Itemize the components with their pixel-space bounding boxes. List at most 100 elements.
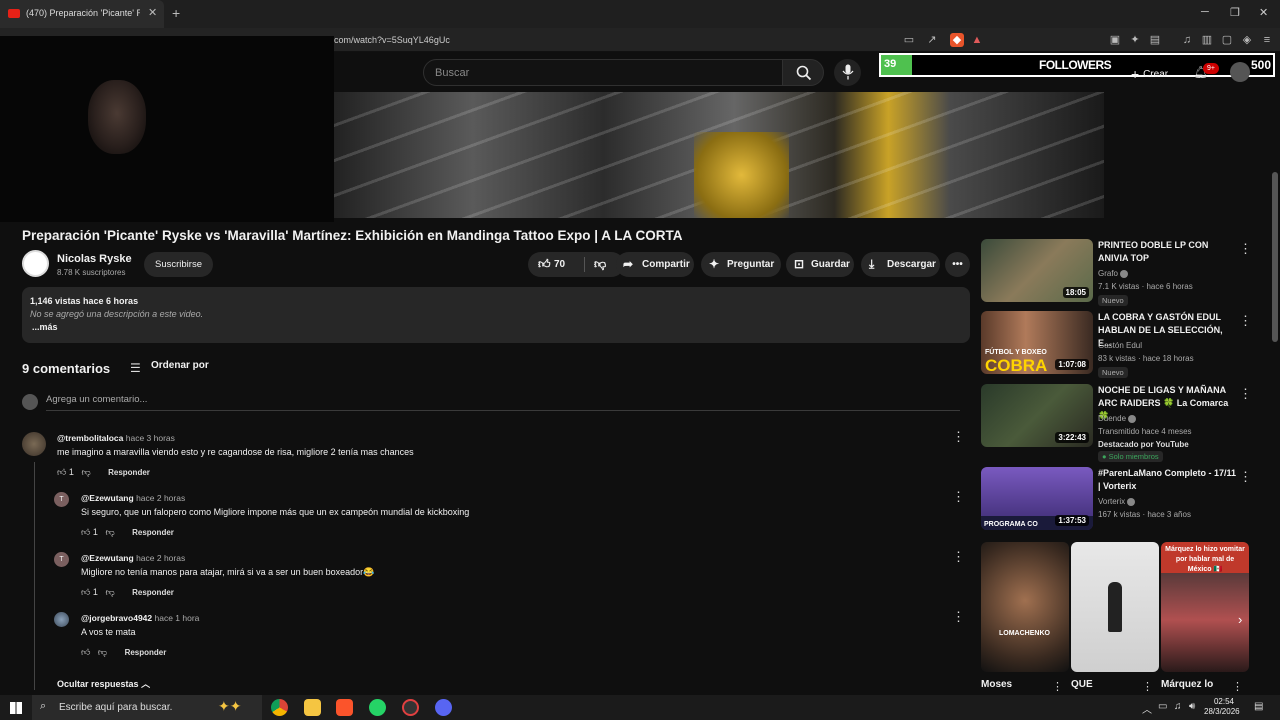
ask-button[interactable]: ✦ Preguntar — [701, 252, 781, 277]
reply-button[interactable]: Responder — [132, 528, 174, 537]
video-thumbnail[interactable]: 18:05 — [981, 239, 1093, 302]
comment-avatar[interactable] — [22, 432, 46, 456]
rec-menu-icon[interactable]: ⋮ — [1239, 241, 1252, 257]
sort-button[interactable]: Ordenar por — [151, 360, 209, 371]
rec-menu-icon[interactable]: ⋮ — [1239, 313, 1252, 329]
like-icon[interactable]: 👍︎ — [57, 467, 66, 477]
comment-menu-icon[interactable]: ⋮ — [952, 429, 965, 445]
window-close-button[interactable]: ✕ — [1259, 6, 1268, 19]
channel-avatar[interactable] — [22, 250, 49, 277]
rec-channel[interactable]: Grafo — [1098, 269, 1129, 278]
recommended-video[interactable]: 3:22:43 NOCHE DE LIGAS Y MAÑANA ARC RAID… — [981, 384, 1261, 464]
whatsapp-icon[interactable] — [369, 699, 386, 716]
brave-shield-icon[interactable]: ◆ — [950, 33, 964, 47]
taskbar-search[interactable]: ⌕ Escribe aquí para buscar. ✦✦ — [32, 695, 262, 720]
like-icon[interactable]: 👍︎ — [538, 252, 551, 277]
add-comment-input[interactable]: Agrega un comentario... — [46, 394, 147, 405]
like-icon[interactable]: 👍︎ — [81, 527, 90, 537]
comment-author[interactable]: @Ezewutang hace 2 horas — [81, 493, 185, 503]
tray-chevron-icon[interactable]: ︿ — [1142, 701, 1152, 716]
comment-author[interactable]: @trembolitaloca hace 3 horas — [57, 433, 175, 443]
create-button[interactable]: + Crear — [1131, 66, 1168, 82]
more-actions-button[interactable]: ••• — [945, 252, 970, 277]
show-more-link[interactable]: ...más — [32, 322, 58, 332]
short-title[interactable]: Moses — [981, 679, 1012, 690]
video-thumbnail[interactable]: 3:22:43 — [981, 384, 1093, 447]
share-button[interactable]: ➦ Compartir — [616, 252, 694, 277]
short-menu-icon[interactable]: ⋮ — [1232, 680, 1243, 693]
wallet-icon[interactable]: ▢ — [1220, 33, 1234, 47]
vpn-icon[interactable]: ◈ — [1240, 33, 1254, 47]
minimize-button[interactable]: ─ — [1201, 6, 1209, 18]
dislike-icon[interactable]: 👎︎ — [594, 252, 606, 277]
extension-icon[interactable]: ▣ — [1108, 33, 1122, 47]
page-scrollbar[interactable] — [1272, 172, 1278, 342]
hide-replies-button[interactable]: Ocultar respuestas ︿ — [57, 677, 150, 690]
recommended-video[interactable]: PROGRAMA CO 1:37:53 #ParenLaMano Complet… — [981, 467, 1261, 537]
video-player[interactable] — [334, 92, 1104, 218]
like-count[interactable]: 70 — [554, 252, 565, 277]
channel-name[interactable]: Nicolas Ryske — [57, 253, 132, 265]
rec-menu-icon[interactable]: ⋮ — [1239, 469, 1252, 485]
description-box[interactable]: 1,146 vistas hace 6 horas No se agregó u… — [22, 287, 970, 343]
reply-button[interactable]: Responder — [125, 648, 167, 657]
discord-icon[interactable] — [435, 699, 452, 716]
download-button[interactable]: ⤓ Descargar — [861, 252, 940, 277]
rec-channel[interactable]: Gastón Edul — [1098, 341, 1142, 350]
like-icon[interactable]: 👍︎ — [81, 647, 90, 657]
tab-close-icon[interactable]: ✕ — [148, 6, 157, 19]
short-thumbnail[interactable]: Márquez lo hizo vomitar por hablar mal d… — [1161, 542, 1249, 672]
search-input[interactable]: Buscar — [423, 59, 783, 86]
rec-channel[interactable]: Vorterix — [1098, 497, 1136, 506]
short-menu-icon[interactable]: ⋮ — [1052, 680, 1063, 693]
puzzle-icon[interactable]: ✦ — [1128, 33, 1142, 47]
short-title[interactable]: QUE — [1071, 679, 1093, 690]
dislike-icon[interactable]: 👎︎ — [105, 527, 114, 537]
browser-tab[interactable]: (470) Preparación 'Picante' Ryske ✕ — [0, 0, 164, 28]
maximize-button[interactable]: ❐ — [1230, 6, 1240, 19]
save-button[interactable]: ⊡ Guardar — [786, 252, 854, 277]
recommended-video[interactable]: FÚTBOL Y BOXEO COBRA 1:07:08 LA COBRA Y … — [981, 311, 1261, 381]
comment-menu-icon[interactable]: ⋮ — [952, 489, 965, 505]
short-thumbnail[interactable]: LOMACHENKO — [981, 542, 1069, 672]
file-explorer-icon[interactable] — [304, 699, 321, 716]
windows-start-icon[interactable] — [10, 702, 22, 714]
network-icon[interactable]: ▭ — [1158, 701, 1167, 712]
volume-icon[interactable]: 🔊︎ — [1189, 701, 1195, 712]
video-thumbnail[interactable]: FÚTBOL Y BOXEO COBRA 1:07:08 — [981, 311, 1093, 374]
headset-icon[interactable]: ♫ — [1174, 701, 1182, 712]
rec-title[interactable]: PRINTEO DOBLE LP CON ANIVIA TOP — [1098, 239, 1238, 265]
recommended-video[interactable]: 18:05 PRINTEO DOBLE LP CON ANIVIA TOP Gr… — [981, 239, 1261, 309]
subscribe-button[interactable]: Suscribirse — [144, 252, 213, 277]
sort-icon[interactable]: ☰ — [130, 361, 141, 375]
system-clock[interactable]: 02:54 28/3/2026 — [1204, 697, 1240, 717]
chrome-icon[interactable] — [271, 699, 288, 716]
like-icon[interactable]: 👍︎ — [81, 587, 90, 597]
chevron-right-icon[interactable]: › — [1238, 612, 1242, 627]
reply-button[interactable]: Responder — [132, 588, 174, 597]
brave-icon[interactable] — [336, 699, 353, 716]
share-page-icon[interactable]: ↗ — [925, 33, 939, 47]
short-title[interactable]: Márquez lo — [1161, 679, 1213, 690]
reply-avatar[interactable]: T — [54, 552, 69, 567]
reply-button[interactable]: Responder — [108, 468, 150, 477]
dislike-icon[interactable]: 👎︎ — [105, 587, 114, 597]
search-button[interactable] — [782, 59, 824, 86]
rec-channel[interactable]: Duende — [1098, 414, 1137, 423]
comment-menu-icon[interactable]: ⋮ — [952, 609, 965, 625]
account-avatar[interactable] — [1230, 62, 1250, 82]
short-menu-icon[interactable]: ⋮ — [1142, 680, 1153, 693]
comment-author[interactable]: @Ezewutang hace 2 horas — [81, 553, 185, 563]
notification-center-icon[interactable]: ▤ — [1254, 701, 1263, 712]
obs-icon[interactable] — [402, 699, 419, 716]
sidebar-icon[interactable]: ▥ — [1200, 33, 1214, 47]
brave-rewards-icon[interactable]: ▲ — [970, 33, 984, 47]
reply-avatar[interactable] — [54, 612, 69, 627]
menu-icon[interactable]: ≡ — [1260, 33, 1274, 47]
rec-title[interactable]: #ParenLaMano Completo - 17/11 | Vorterix — [1098, 467, 1238, 493]
new-tab-button[interactable]: + — [172, 5, 180, 21]
music-icon[interactable]: ♫ — [1180, 33, 1194, 47]
reader-icon[interactable]: ▤ — [1148, 33, 1162, 47]
reply-avatar[interactable]: T — [54, 492, 69, 507]
comment-menu-icon[interactable]: ⋮ — [952, 549, 965, 565]
